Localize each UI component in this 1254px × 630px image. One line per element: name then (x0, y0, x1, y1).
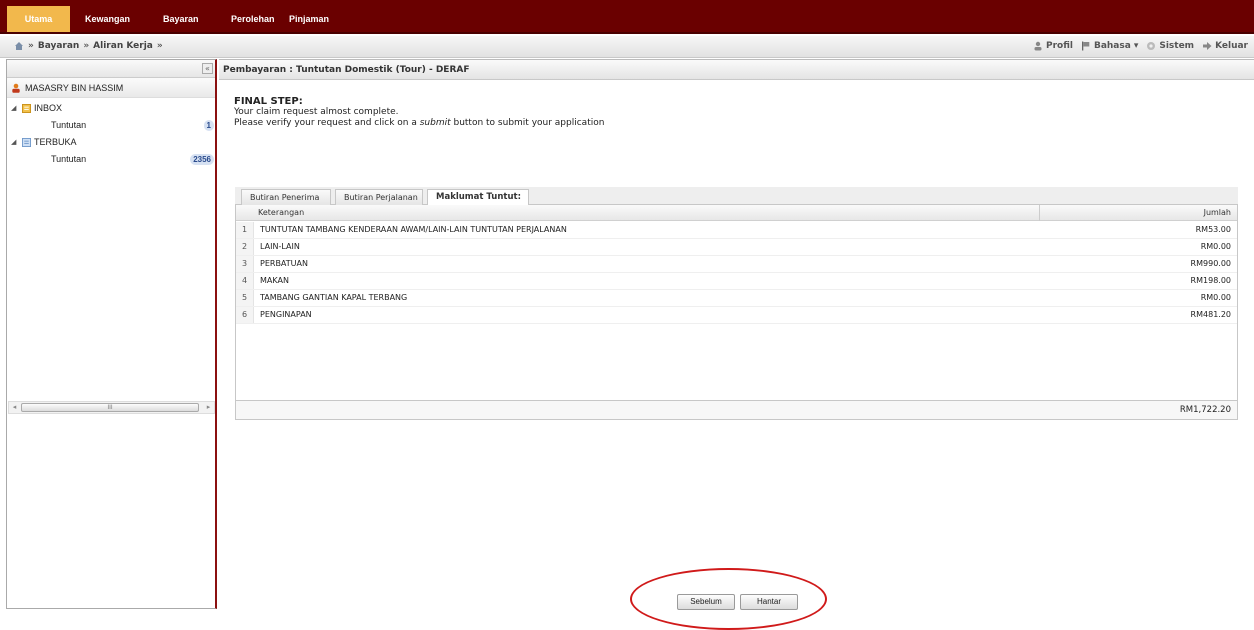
table-row[interactable]: 3 PERBATUAN RM990.00 (236, 256, 1237, 273)
row-description: MAKAN (260, 276, 289, 285)
scroll-left-icon[interactable]: ◂ (10, 403, 19, 412)
tab-maklumat-tuntutan[interactable]: Maklumat Tuntut: (427, 189, 529, 206)
user-icon (1034, 41, 1042, 51)
profil-button[interactable]: Profil (1033, 41, 1073, 51)
profil-label: Profil (1045, 41, 1073, 51)
breadcrumb-item-bayaran[interactable]: Bayaran (38, 41, 80, 51)
row-number: 2 (236, 239, 254, 255)
tree-item-inbox-tuntutan[interactable]: Tuntutan 1 (7, 117, 216, 133)
row-amount: RM198.00 (1190, 276, 1231, 285)
tree-label-inbox: INBOX (34, 103, 63, 113)
row-amount: RM990.00 (1190, 259, 1231, 268)
expand-triangle-icon[interactable]: ◢ (11, 138, 19, 146)
menu-kewangan[interactable]: Kewangan (85, 6, 130, 32)
caret-down-icon: ▾ (1133, 41, 1139, 51)
final-step-submit-word: submit (419, 118, 451, 128)
tree-node-inbox[interactable]: ◢ INBOX (7, 100, 216, 116)
sebelum-button[interactable]: Sebelum (677, 594, 735, 610)
page-title: Pembayaran : Tuntutan Domestik (Tour) - … (219, 59, 1254, 80)
final-step-notice: FINAL STEP: Your claim request almost co… (234, 96, 604, 129)
sistem-label: Sistem (1159, 41, 1195, 51)
horizontal-scrollbar[interactable]: ◂ III ▸ (8, 401, 215, 414)
final-step-line2-pre: Please verify your request and click on … (234, 118, 420, 128)
table-row[interactable]: 1 TUNTUTAN TAMBANG KENDERAAN AWAM/LAIN-L… (236, 222, 1237, 239)
logout-arrow-icon (1203, 42, 1212, 50)
table-row[interactable]: 6 PENGINAPAN RM481.20 (236, 307, 1237, 324)
sistem-button[interactable]: Sistem (1146, 41, 1194, 51)
scroll-right-icon[interactable]: ▸ (204, 403, 213, 412)
final-step-line1: Your claim request almost complete. (234, 107, 399, 117)
row-description: PENGINAPAN (260, 310, 312, 319)
tree-node-terbuka[interactable]: ◢ TERBUKA (7, 134, 216, 150)
sidebar-user[interactable]: MASASRY BIN HASSIM (7, 78, 215, 98)
collapse-sidebar-button[interactable]: « (202, 63, 213, 74)
row-number: 4 (236, 273, 254, 289)
menu-perolehan[interactable]: Perolehan (231, 6, 275, 32)
column-header-keterangan[interactable]: Keterangan (258, 205, 304, 220)
home-icon[interactable] (14, 41, 24, 51)
tree-item-terbuka-tuntutan[interactable]: Tuntutan 2356 (7, 151, 216, 167)
menu-utama[interactable]: Utama (7, 6, 70, 32)
row-number: 5 (236, 290, 254, 306)
tree-label-tuntutan: Tuntutan (51, 154, 87, 164)
chevron-double-icon: » (156, 41, 163, 51)
total-amount: RM1,722.20 (1179, 405, 1231, 415)
tab-strip: Butiran Penerima Butiran Perjalanan Makl… (235, 187, 1238, 206)
tree-label-tuntutan: Tuntutan (51, 120, 87, 130)
row-amount: RM0.00 (1200, 293, 1231, 302)
user-icon (12, 83, 20, 93)
hantar-button[interactable]: Hantar (740, 594, 798, 610)
row-number: 1 (236, 222, 254, 238)
claim-table: Keterangan Jumlah 1 TUNTUTAN TAMBANG KEN… (235, 205, 1238, 420)
menu-bayaran[interactable]: Bayaran (163, 6, 199, 32)
row-description: TUNTUTAN TAMBANG KENDERAAN AWAM/LAIN-LAI… (260, 225, 567, 234)
gear-icon (1147, 42, 1156, 50)
row-description: PERBATUAN (260, 259, 308, 268)
final-step-title: FINAL STEP: (234, 96, 303, 107)
table-row[interactable]: 2 LAIN-LAIN RM0.00 (236, 239, 1237, 256)
keluar-label: Keluar (1215, 41, 1248, 51)
row-number: 6 (236, 307, 254, 323)
count-badge: 2356 (190, 153, 214, 165)
keluar-button[interactable]: Keluar (1202, 41, 1248, 51)
row-description: LAIN-LAIN (260, 242, 300, 251)
row-amount: RM53.00 (1195, 225, 1231, 234)
chevron-double-icon: » (28, 41, 34, 51)
row-number: 3 (236, 256, 254, 272)
scrollbar-thumb[interactable]: III (21, 403, 199, 412)
table-row[interactable]: 5 TAMBANG GANTIAN KAPAL TERBANG RM0.00 (236, 290, 1237, 307)
sidebar: « MASASRY BIN HASSIM ◢ INBOX Tuntutan 1 … (6, 59, 217, 609)
open-folder-icon (22, 137, 31, 147)
row-amount: RM0.00 (1200, 242, 1231, 251)
tab-butiran-penerima[interactable]: Butiran Penerima (241, 189, 331, 205)
sidebar-user-name: MASASRY BIN HASSIM (25, 82, 124, 93)
flag-icon (1081, 41, 1090, 51)
count-badge: 1 (203, 119, 214, 131)
final-step-line2-post: button to submit your application (450, 118, 605, 128)
main-panel: Pembayaran : Tuntutan Domestik (Tour) - … (219, 59, 1254, 610)
sidebar-header: « (7, 60, 215, 78)
tab-butiran-perjalanan[interactable]: Butiran Perjalanan (335, 189, 423, 205)
tree-label-terbuka: TERBUKA (34, 137, 77, 147)
expand-triangle-icon[interactable]: ◢ (11, 104, 19, 112)
column-divider (1039, 205, 1040, 221)
top-menu-bar: Utama Kewangan Bayaran Perolehan Pinjama… (0, 0, 1254, 34)
row-description: TAMBANG GANTIAN KAPAL TERBANG (260, 293, 408, 302)
breadcrumb-item-aliran-kerja[interactable]: Aliran Kerja (93, 41, 153, 51)
inbox-folder-icon (22, 103, 31, 113)
table-header: Keterangan Jumlah (236, 205, 1237, 221)
table-summary-row: RM1,722.20 (236, 400, 1237, 419)
column-header-jumlah[interactable]: Jumlah (1204, 205, 1231, 220)
table-row[interactable]: 4 MAKAN RM198.00 (236, 273, 1237, 290)
menu-pinjaman[interactable]: Pinjaman (289, 6, 329, 32)
bahasa-label: Bahasa (1093, 41, 1131, 51)
final-step-line2: Please verify your request and click on … (234, 118, 604, 129)
bahasa-button[interactable]: Bahasa ▾ (1081, 41, 1138, 51)
breadcrumb: » Bayaran » Aliran Kerja » (14, 41, 163, 51)
chevron-double-icon: » (83, 41, 90, 51)
breadcrumb-toolbar: » Bayaran » Aliran Kerja » Profil Bahasa… (0, 36, 1254, 58)
row-amount: RM481.20 (1190, 310, 1231, 319)
